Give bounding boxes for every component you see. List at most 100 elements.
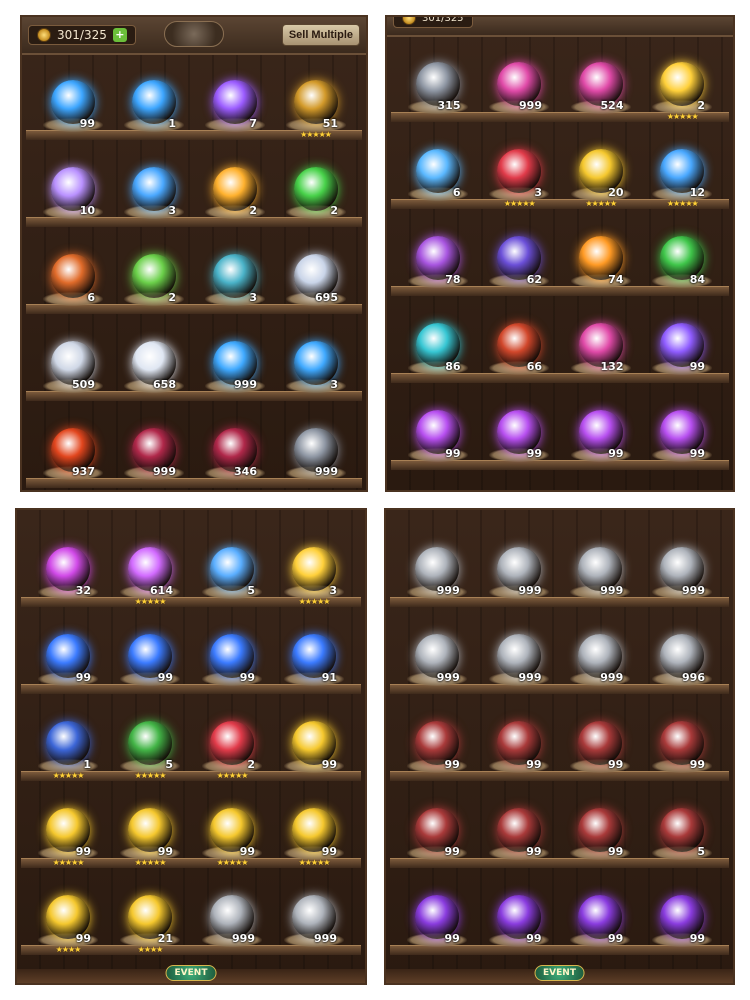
item-quantity: 99	[607, 845, 624, 858]
inventory-slot[interactable]: 5	[641, 785, 723, 872]
inventory-slot[interactable]: 62	[479, 213, 561, 300]
inventory-slot[interactable]: 5 ★★★★★	[109, 698, 191, 785]
inventory-slot[interactable]: 3	[113, 144, 194, 231]
inventory-slot[interactable]: 2 ★★★★★	[191, 698, 273, 785]
inventory-slot[interactable]: 99	[642, 300, 724, 387]
inventory-slot[interactable]: 78	[397, 213, 479, 300]
item-quantity: 5	[165, 758, 173, 771]
inventory-slot[interactable]: 91	[273, 611, 355, 698]
inventory-slot[interactable]: 614 ★★★★★	[109, 524, 191, 611]
item-quantity: 84	[689, 273, 705, 286]
inventory-slot[interactable]: 999	[478, 611, 560, 698]
inventory-slot[interactable]: 2 ★★★★★	[642, 39, 724, 126]
expand-capacity-icon[interactable]: +	[112, 28, 127, 42]
inventory-slot[interactable]: 999	[479, 39, 561, 126]
inventory-slot[interactable]: 99	[273, 698, 355, 785]
item-star-rating: ★★★★★	[300, 130, 332, 139]
inventory-slot[interactable]: 99	[560, 785, 642, 872]
inventory-slot[interactable]: 99 ★★★★★	[109, 785, 191, 872]
inventory-slot[interactable]: 999	[275, 405, 356, 490]
inventory-slot[interactable]: 999	[113, 405, 194, 490]
inventory-slot[interactable]: 1	[113, 57, 194, 144]
inventory-slot[interactable]: 695	[275, 231, 356, 318]
item-quantity: 524	[600, 99, 624, 112]
inventory-slot[interactable]: 99 ★★★★★	[27, 785, 109, 872]
inventory-slot[interactable]: 86	[397, 300, 479, 387]
inventory-slot[interactable]: 937	[32, 405, 113, 490]
inventory-slot[interactable]: 2	[113, 231, 194, 318]
inventory-slot[interactable]: 2	[194, 144, 275, 231]
inventory-slot[interactable]: 99	[478, 785, 560, 872]
inventory-slot[interactable]: 999	[641, 524, 723, 611]
item-quantity: 132	[600, 360, 624, 373]
inventory-slot[interactable]: 999	[194, 318, 275, 405]
inventory-slot[interactable]: 20 ★★★★★	[560, 126, 642, 213]
inventory-slot[interactable]: 99	[32, 57, 113, 144]
inventory-slot[interactable]: 74	[560, 213, 642, 300]
item-star-rating: ★★★★★	[298, 597, 331, 606]
inventory-slot[interactable]: 99	[396, 785, 478, 872]
inventory-slot[interactable]: 315	[397, 39, 479, 126]
inventory-slot[interactable]: 99	[641, 698, 723, 785]
inventory-slot[interactable]: 1 ★★★★★	[27, 698, 109, 785]
inventory-slot[interactable]: 509	[32, 318, 113, 405]
inventory-slot[interactable]: 99	[27, 611, 109, 698]
inventory-slot[interactable]: 51 ★★★★★	[275, 57, 356, 144]
inventory-slot[interactable]: 996	[641, 611, 723, 698]
inventory-slot[interactable]: 999	[396, 611, 478, 698]
inventory-slot[interactable]: 99	[109, 611, 191, 698]
inventory-slot[interactable]: 10	[32, 144, 113, 231]
inventory-slot[interactable]: 999	[560, 524, 642, 611]
inventory-slot[interactable]: 99 ★★★★★	[191, 785, 273, 872]
inventory-slot[interactable]: 999	[191, 872, 273, 959]
inventory-slot[interactable]: 32	[27, 524, 109, 611]
inventory-slot[interactable]: 6	[397, 126, 479, 213]
capacity-counter: 301/325	[393, 17, 473, 28]
inventory-slot[interactable]: 99	[191, 611, 273, 698]
inventory-slot[interactable]: 12 ★★★★★	[642, 126, 724, 213]
inventory-slot[interactable]: 3	[275, 318, 356, 405]
event-tab[interactable]: EVENT	[165, 965, 217, 981]
inventory-slot[interactable]: 999	[560, 611, 642, 698]
inventory-slot[interactable]: 21 ★★★★	[109, 872, 191, 959]
inventory-slot[interactable]: 7	[194, 57, 275, 144]
item-quantity: 3	[330, 378, 338, 391]
item-quantity: 999	[518, 671, 542, 684]
item-quantity: 99	[75, 671, 91, 684]
inventory-slot[interactable]: 2	[275, 144, 356, 231]
inventory-slot[interactable]: 5	[191, 524, 273, 611]
inventory-slot[interactable]: 99	[641, 872, 723, 959]
inventory-slot[interactable]: 99	[642, 387, 724, 474]
inventory-slot[interactable]: 6	[32, 231, 113, 318]
inventory-slot[interactable]: 99 ★★★★	[27, 872, 109, 959]
inventory-slot[interactable]: 3	[194, 231, 275, 318]
event-tab[interactable]: EVENT	[534, 965, 585, 981]
inventory-slot[interactable]: 658	[113, 318, 194, 405]
item-quantity: 2	[697, 99, 705, 112]
inventory-slot[interactable]: 999	[478, 524, 560, 611]
inventory-slot[interactable]: 524	[560, 39, 642, 126]
sell-multiple-button[interactable]: Sell Multiple	[281, 24, 360, 46]
inventory-slot[interactable]: 99	[396, 872, 478, 959]
inventory-slot[interactable]: 99	[478, 698, 560, 785]
item-star-rating: ★★★★	[55, 945, 82, 954]
inventory-slot[interactable]: 99	[479, 387, 561, 474]
inventory-panel-1: 301/325 + Sell Multiple 99 1 7 51 ★★★★★ 10 3 2 2…	[20, 15, 368, 492]
inventory-slot[interactable]: 346	[194, 405, 275, 490]
item-quantity: 999	[234, 378, 257, 391]
inventory-slot[interactable]: 99	[396, 698, 478, 785]
inventory-slot[interactable]: 99	[397, 387, 479, 474]
inventory-slot[interactable]: 99 ★★★★★	[273, 785, 355, 872]
inventory-slot[interactable]: 84	[642, 213, 724, 300]
inventory-slot[interactable]: 99	[560, 387, 642, 474]
inventory-slot[interactable]: 99	[560, 872, 642, 959]
inventory-slot[interactable]: 999	[396, 524, 478, 611]
inventory-slot[interactable]: 3 ★★★★★	[273, 524, 355, 611]
inventory-slot[interactable]: 999	[273, 872, 355, 959]
inventory-slot[interactable]: 3 ★★★★★	[479, 126, 561, 213]
inventory-slot[interactable]: 99	[560, 698, 642, 785]
inventory-slot[interactable]: 132	[560, 300, 642, 387]
inventory-slot[interactable]: 66	[479, 300, 561, 387]
item-quantity: 99	[239, 671, 255, 684]
inventory-slot[interactable]: 99	[478, 872, 560, 959]
